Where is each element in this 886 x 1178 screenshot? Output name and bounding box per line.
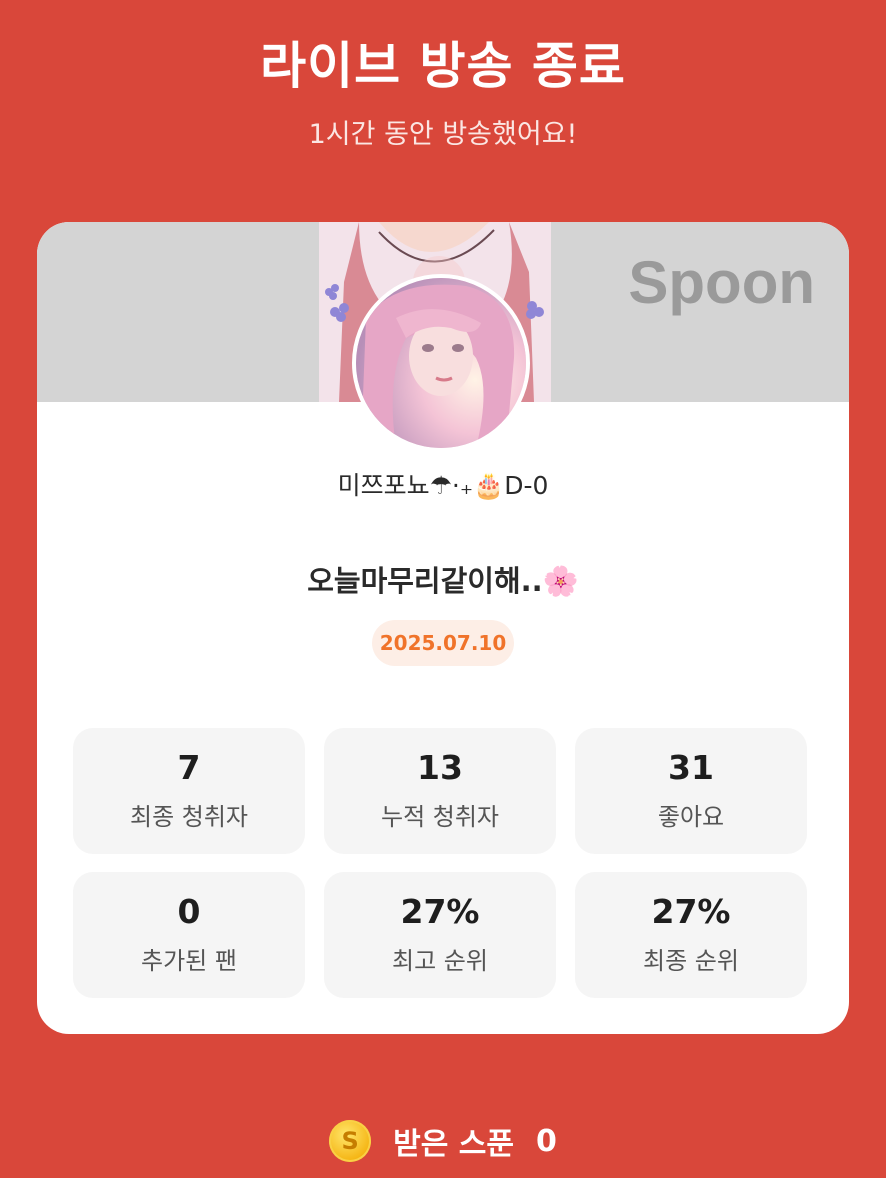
received-spoons-count: 0	[535, 1123, 557, 1159]
stat-new-fans: 0 추가된 팬	[73, 872, 305, 998]
spoon-logo: Spoon	[628, 249, 815, 316]
broadcast-duration-text: 1시간 동안 방송했어요!	[308, 119, 578, 150]
stat-value: 27%	[400, 892, 480, 932]
stat-label: 최고 순위	[392, 946, 488, 975]
stat-value: 7	[177, 748, 201, 788]
broadcast-date-badge: 2025.07.10	[372, 620, 514, 666]
stat-value: 27%	[651, 892, 731, 932]
broadcast-summary-card: Spoon 미쯔포뇨☂︎⋅₊🎂D-0 오늘마무리같이해..🌸 2025.07.1…	[37, 222, 849, 1034]
avatar[interactable]	[352, 274, 530, 452]
stat-label: 최종 청취자	[129, 802, 249, 831]
dj-nickname: 미쯔포뇨☂︎⋅₊🎂D-0	[337, 471, 549, 500]
page-title: 라이브 방송 종료	[260, 37, 626, 95]
stat-label: 좋아요	[657, 802, 725, 831]
spoon-coin-icon: S	[329, 1120, 372, 1162]
live-title: 오늘마무리같이해..🌸	[307, 564, 579, 598]
stat-value: 0	[177, 892, 201, 932]
stat-value: 31	[668, 748, 714, 788]
stat-label: 최종 순위	[643, 946, 739, 975]
stat-total-listeners: 13 누적 청취자	[324, 728, 556, 854]
stat-value: 13	[417, 748, 463, 788]
stats-grid: 7 최종 청취자 13 누적 청취자 31 좋아요 0 추가된 팬 27% 최고…	[73, 728, 807, 998]
stat-likes: 31 좋아요	[575, 728, 807, 854]
stat-label: 추가된 팬	[141, 946, 237, 975]
stat-final-listeners: 7 최종 청취자	[73, 728, 305, 854]
stat-final-rank: 27% 최종 순위	[575, 872, 807, 998]
received-spoons-label: 받은 스푼	[393, 1127, 514, 1162]
received-spoons: S 받은 스푼 0	[0, 1116, 886, 1166]
stat-best-rank: 27% 최고 순위	[324, 872, 556, 998]
stat-label: 누적 청취자	[380, 802, 500, 831]
